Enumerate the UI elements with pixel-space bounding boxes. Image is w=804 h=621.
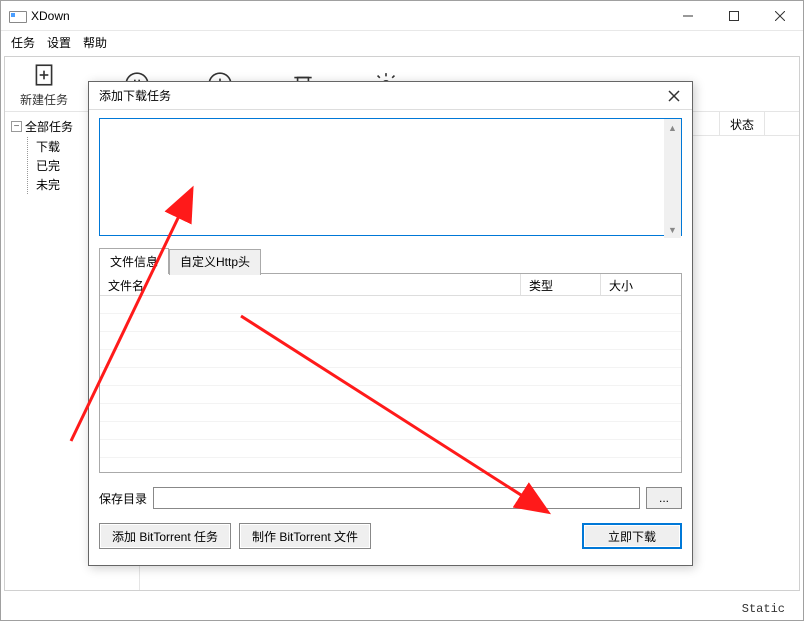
save-path-input[interactable]: [153, 487, 640, 509]
button-row: 添加 BitTorrent 任务 制作 BitTorrent 文件 立即下载: [99, 523, 682, 549]
tabs: 文件信息 自定义Http头: [99, 247, 682, 273]
statusbar: Static: [1, 598, 803, 620]
file-col-type[interactable]: 类型: [521, 274, 601, 295]
browse-button[interactable]: ...: [646, 487, 682, 509]
make-bittorrent-button[interactable]: 制作 BitTorrent 文件: [239, 523, 371, 549]
dialog-titlebar: 添加下载任务: [89, 82, 692, 110]
url-input-wrap: ▲ ▼: [99, 118, 682, 239]
save-row: 保存目录 ...: [99, 487, 682, 509]
file-col-name[interactable]: 文件名: [100, 274, 521, 295]
tab-custom-http[interactable]: 自定义Http头: [169, 249, 261, 275]
status-text: Static: [742, 602, 785, 616]
menubar: 任务 设置 帮助: [1, 31, 803, 53]
tree-root-label: 全部任务: [25, 118, 73, 135]
scrollbar[interactable]: ▲ ▼: [664, 119, 681, 238]
menu-help[interactable]: 帮助: [83, 34, 107, 51]
tree-collapse-icon[interactable]: −: [11, 121, 22, 132]
download-now-button[interactable]: 立即下载: [582, 523, 682, 549]
add-task-dialog: 添加下载任务 ▲ ▼ 文件信息 自定义Http头 文件名 类型: [88, 81, 693, 566]
new-task-button[interactable]: 新建任务: [20, 61, 68, 108]
app-icon: [9, 8, 25, 24]
main-window: XDown 任务 设置 帮助 新建任务: [0, 0, 804, 621]
file-rows: [100, 296, 681, 472]
file-list: 文件名 类型 大小: [99, 273, 682, 473]
file-list-header: 文件名 类型 大小: [100, 274, 681, 296]
dialog-body: ▲ ▼ 文件信息 自定义Http头 文件名 类型 大小: [89, 110, 692, 557]
list-col-status[interactable]: 状态: [720, 112, 765, 135]
add-bittorrent-button[interactable]: 添加 BitTorrent 任务: [99, 523, 231, 549]
scroll-up-icon[interactable]: ▲: [664, 119, 681, 136]
app-title: XDown: [31, 9, 70, 23]
new-task-label: 新建任务: [20, 91, 68, 108]
file-row: [100, 350, 681, 368]
file-row: [100, 386, 681, 404]
minimize-button[interactable]: [665, 1, 711, 31]
file-row: [100, 422, 681, 440]
file-row: [100, 440, 681, 458]
tab-file-info[interactable]: 文件信息: [99, 248, 169, 274]
dialog-title-text: 添加下载任务: [99, 87, 171, 104]
file-row: [100, 296, 681, 314]
file-row: [100, 332, 681, 350]
save-label: 保存目录: [99, 490, 147, 507]
dialog-close-button[interactable]: [656, 82, 692, 110]
file-row: [100, 404, 681, 422]
window-controls: [665, 1, 803, 31]
scroll-down-icon[interactable]: ▼: [664, 221, 681, 238]
file-row: [100, 314, 681, 332]
file-col-size[interactable]: 大小: [601, 274, 681, 295]
menu-settings[interactable]: 设置: [47, 34, 71, 51]
file-row: [100, 368, 681, 386]
titlebar: XDown: [1, 1, 803, 31]
plus-file-icon: [30, 61, 58, 89]
url-input[interactable]: [99, 118, 682, 236]
maximize-button[interactable]: [711, 1, 757, 31]
close-button[interactable]: [757, 1, 803, 31]
menu-task[interactable]: 任务: [11, 34, 35, 51]
